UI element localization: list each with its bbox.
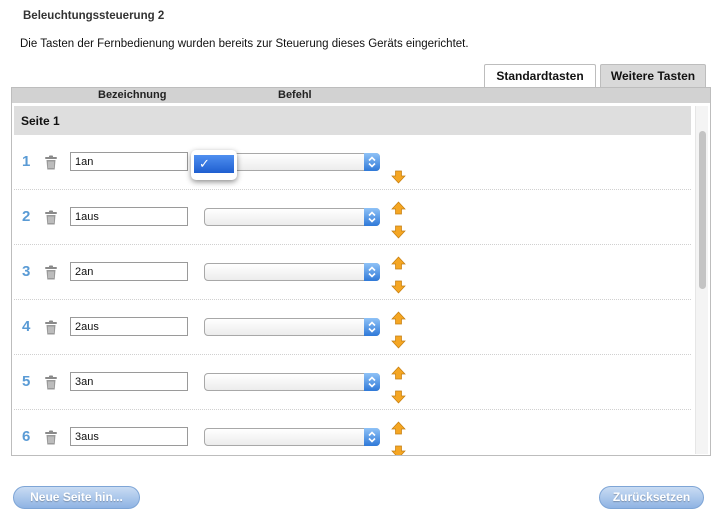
dropdown-option-selected[interactable]: ✓ bbox=[194, 155, 234, 173]
row-number: 2 bbox=[22, 208, 31, 225]
column-header-befehl: Befehl bbox=[278, 89, 312, 101]
arrow-up-icon[interactable] bbox=[391, 421, 406, 435]
arrow-down-icon[interactable] bbox=[391, 280, 406, 294]
page-section-label: Seite 1 bbox=[21, 114, 60, 128]
select-chevrons-icon bbox=[364, 373, 380, 391]
command-select[interactable] bbox=[204, 428, 380, 446]
row-number: 3 bbox=[22, 263, 31, 280]
scrollbar[interactable] bbox=[695, 106, 708, 454]
arrow-up-icon[interactable] bbox=[391, 201, 406, 215]
trash-icon[interactable] bbox=[44, 375, 58, 390]
page-title: Beleuchtungssteuerung 2 bbox=[23, 10, 165, 22]
tab-standardtasten[interactable]: Standardtasten bbox=[484, 64, 596, 88]
command-dropdown-popup: ✓ bbox=[191, 150, 237, 180]
tab-weitere-tasten[interactable]: Weitere Tasten bbox=[600, 64, 706, 88]
button-name-field[interactable] bbox=[70, 317, 188, 336]
select-chevrons-icon bbox=[364, 208, 380, 226]
row-number: 4 bbox=[22, 318, 31, 335]
command-select[interactable] bbox=[204, 373, 380, 391]
button-name-field[interactable] bbox=[70, 372, 188, 391]
button-name-field[interactable] bbox=[70, 152, 188, 171]
button-row: 4 bbox=[14, 300, 691, 355]
button-row: 1 bbox=[14, 135, 691, 190]
arrow-up-icon[interactable] bbox=[391, 256, 406, 270]
select-chevrons-icon bbox=[364, 318, 380, 336]
page-subtitle: Die Tasten der Fernbedienung wurden bere… bbox=[20, 38, 469, 50]
arrow-down-icon[interactable] bbox=[391, 225, 406, 239]
trash-icon[interactable] bbox=[44, 320, 58, 335]
arrow-down-icon[interactable] bbox=[391, 335, 406, 349]
new-page-button[interactable]: Neue Seite hin... bbox=[13, 486, 140, 509]
button-row: 2 bbox=[14, 190, 691, 245]
page-section-header: Seite 1 bbox=[14, 106, 691, 135]
scrollbar-thumb[interactable] bbox=[699, 131, 706, 289]
row-number: 6 bbox=[22, 428, 31, 445]
button-name-field[interactable] bbox=[70, 427, 188, 446]
command-select[interactable] bbox=[204, 318, 380, 336]
row-number: 1 bbox=[22, 153, 31, 170]
column-header-bezeichnung: Bezeichnung bbox=[98, 89, 167, 101]
buttons-panel: Bezeichnung Befehl Seite 1 1 2 bbox=[11, 87, 711, 456]
select-chevrons-icon bbox=[364, 428, 380, 446]
column-header-bar: Bezeichnung Befehl bbox=[12, 88, 710, 103]
button-row: 3 bbox=[14, 245, 691, 300]
reset-button[interactable]: Zurücksetzen bbox=[599, 486, 704, 509]
trash-icon[interactable] bbox=[44, 430, 58, 445]
arrow-up-icon[interactable] bbox=[391, 366, 406, 380]
button-name-field[interactable] bbox=[70, 262, 188, 281]
arrow-down-icon[interactable] bbox=[391, 390, 406, 404]
select-chevrons-icon bbox=[364, 153, 380, 171]
button-row: 6 bbox=[14, 410, 691, 455]
command-select[interactable] bbox=[204, 263, 380, 281]
trash-icon[interactable] bbox=[44, 155, 58, 170]
arrow-down-icon[interactable] bbox=[391, 445, 406, 455]
arrow-up-icon[interactable] bbox=[391, 311, 406, 325]
row-number: 5 bbox=[22, 373, 31, 390]
button-name-field[interactable] bbox=[70, 207, 188, 226]
select-chevrons-icon bbox=[364, 263, 380, 281]
trash-icon[interactable] bbox=[44, 265, 58, 280]
command-select[interactable] bbox=[204, 208, 380, 226]
arrow-down-icon[interactable] bbox=[391, 170, 406, 184]
button-row: 5 bbox=[14, 355, 691, 410]
trash-icon[interactable] bbox=[44, 210, 58, 225]
